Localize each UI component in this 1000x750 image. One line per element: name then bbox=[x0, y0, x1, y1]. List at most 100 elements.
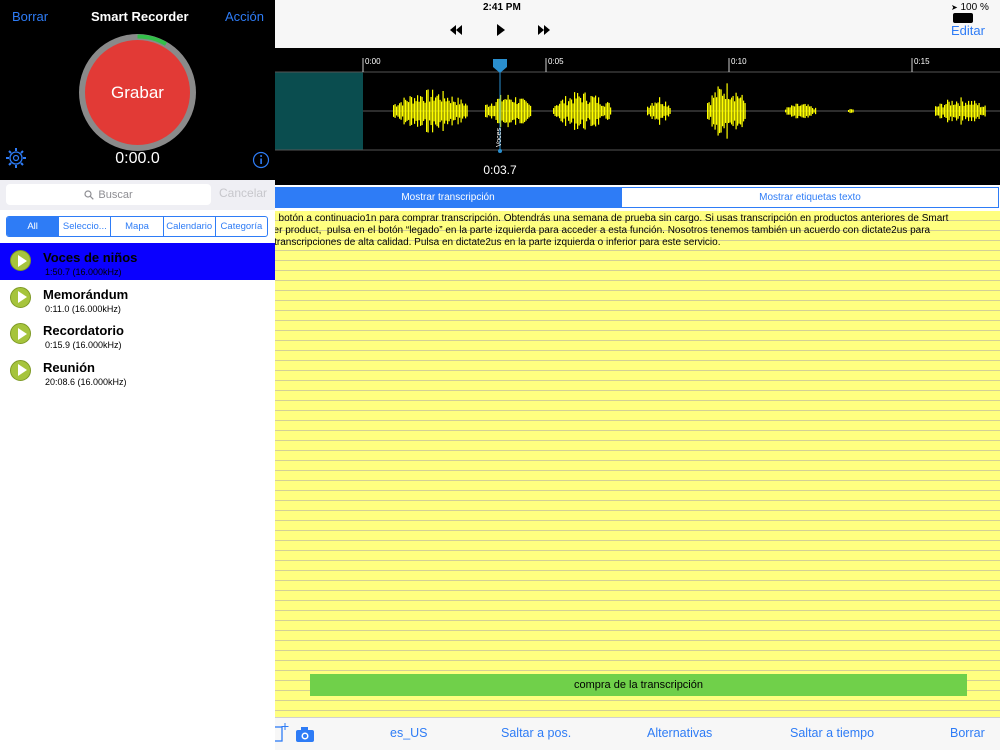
waveform-sample bbox=[415, 101, 417, 121]
waveform-sample bbox=[798, 106, 800, 116]
list-item[interactable]: Memorándum 0:11.0 (16.000kHz) bbox=[0, 280, 275, 317]
waveform-sample bbox=[969, 104, 971, 118]
waveform-sample bbox=[852, 109, 854, 113]
waveform-sample bbox=[583, 93, 585, 129]
play-icon[interactable] bbox=[10, 359, 31, 381]
waveform-sample bbox=[659, 97, 661, 125]
waveform-sample bbox=[572, 103, 574, 119]
waveform-sample bbox=[648, 107, 650, 115]
waveform-sample bbox=[554, 105, 556, 117]
fast-forward-icon[interactable] bbox=[538, 25, 550, 35]
waveform-sample bbox=[584, 92, 586, 130]
clear-button[interactable]: Borrar bbox=[12, 9, 48, 24]
waveform-sample bbox=[608, 102, 610, 120]
edit-button[interactable]: Editar bbox=[951, 23, 985, 38]
record-button[interactable]: Grabar bbox=[85, 40, 190, 145]
tab-show-transcript[interactable]: Mostrar transcripción bbox=[275, 187, 621, 208]
waveform-sample bbox=[574, 92, 576, 130]
waveform-sample bbox=[424, 102, 426, 120]
waveform-sample bbox=[426, 90, 428, 132]
marker-label: Voces bbox=[496, 127, 503, 147]
waveform-sample bbox=[737, 96, 739, 126]
waveform-sample bbox=[417, 95, 419, 127]
waveform-sample bbox=[510, 99, 512, 123]
play-icon[interactable] bbox=[10, 323, 31, 344]
segment-calendar[interactable]: Calendario bbox=[162, 217, 215, 236]
waveform-sample bbox=[411, 97, 413, 125]
waveform-sample bbox=[596, 102, 598, 120]
segment-category[interactable]: Categoría bbox=[214, 217, 267, 236]
language-button[interactable]: es_US bbox=[390, 726, 428, 740]
waveform-sample bbox=[595, 95, 597, 127]
waveform-sample bbox=[812, 108, 814, 114]
waveform-sample bbox=[433, 100, 435, 122]
waveform-sample bbox=[420, 96, 422, 126]
waveform-sample bbox=[421, 96, 423, 126]
waveform-sample bbox=[980, 107, 982, 115]
list-item[interactable]: Reunión 20:08.6 (16.000kHz) bbox=[0, 353, 275, 390]
waveform-sample bbox=[785, 109, 787, 113]
segment-map[interactable]: Mapa bbox=[110, 217, 162, 236]
waveform-sample bbox=[592, 96, 594, 126]
transcript-notepad[interactable] bbox=[275, 211, 1000, 717]
waveform-sample bbox=[408, 102, 410, 120]
delete-button[interactable]: Borrar bbox=[950, 726, 985, 740]
waveform-sample bbox=[848, 110, 850, 112]
action-button[interactable]: Acción bbox=[225, 9, 264, 24]
waveform-sample bbox=[581, 102, 583, 120]
play-icon[interactable] bbox=[10, 286, 31, 308]
play-icon[interactable] bbox=[497, 24, 505, 36]
transport-controls bbox=[450, 24, 550, 36]
cancel-search-button[interactable]: Cancelar bbox=[219, 186, 267, 200]
waveform-sample bbox=[563, 103, 565, 119]
battery-icon bbox=[953, 13, 973, 24]
camera-icon[interactable] bbox=[296, 727, 314, 742]
waveform-sample bbox=[586, 100, 588, 122]
waveform-sample bbox=[723, 93, 725, 129]
search-input[interactable]: Buscar bbox=[6, 184, 211, 205]
settings-gear-icon[interactable] bbox=[5, 147, 27, 169]
waveform-sample bbox=[607, 102, 609, 120]
jump-to-position-button[interactable]: Saltar a pos. bbox=[501, 726, 571, 740]
list-item[interactable]: Recordatorio 0:15.9 (16.000kHz) bbox=[0, 316, 275, 353]
list-item[interactable]: Voces de niños 1:50.7 (16.000kHz) bbox=[0, 243, 275, 280]
waveform-sample bbox=[524, 99, 526, 123]
waveform-sample bbox=[604, 106, 606, 116]
waveform-sample bbox=[503, 99, 505, 123]
segment-all[interactable]: All bbox=[7, 217, 59, 236]
recording-title: Recordatorio bbox=[43, 323, 124, 338]
waveform-sample bbox=[647, 106, 649, 116]
waveform-sample bbox=[587, 103, 589, 119]
waveform-sample bbox=[593, 97, 595, 125]
waveform-sample bbox=[568, 101, 570, 121]
waveform-sample bbox=[599, 104, 601, 118]
waveform-sample bbox=[509, 99, 511, 123]
tab-show-text-labels[interactable]: Mostrar etiquetas texto bbox=[621, 187, 999, 208]
playhead-handle[interactable] bbox=[493, 59, 507, 73]
waveform-sample bbox=[466, 105, 468, 117]
play-icon[interactable] bbox=[10, 250, 31, 271]
waveform-sample bbox=[397, 105, 399, 117]
info-icon[interactable] bbox=[252, 151, 270, 169]
waveform-sample bbox=[939, 103, 941, 119]
rewind-icon[interactable] bbox=[450, 25, 462, 35]
waveform-sample bbox=[580, 97, 582, 125]
waveform-sample bbox=[804, 103, 806, 119]
jump-to-time-button[interactable]: Saltar a tiempo bbox=[790, 726, 874, 740]
marker-dot[interactable] bbox=[498, 149, 502, 153]
buy-transcription-button[interactable]: compra de la transcripción bbox=[310, 674, 967, 696]
tick-label: 0:15 bbox=[914, 57, 930, 66]
waveform-sample bbox=[956, 101, 958, 121]
alternatives-button[interactable]: Alternativas bbox=[647, 726, 712, 740]
waveform-sample bbox=[494, 105, 496, 117]
waveform-sample bbox=[427, 89, 429, 133]
recording-title: Memorándum bbox=[43, 286, 129, 302]
waveform-view[interactable]: 0:00 0:05 0:10 0:15 Voces 0:03.7 bbox=[275, 48, 1000, 185]
waveform-sample bbox=[497, 98, 499, 124]
segment-selection[interactable]: Seleccio... bbox=[58, 217, 110, 236]
bottom-toolbar bbox=[275, 717, 1000, 750]
waveform-sample bbox=[983, 106, 985, 116]
waveform-sample bbox=[506, 99, 508, 123]
tick-label: 0:05 bbox=[548, 57, 564, 66]
waveform-sample bbox=[728, 98, 730, 124]
